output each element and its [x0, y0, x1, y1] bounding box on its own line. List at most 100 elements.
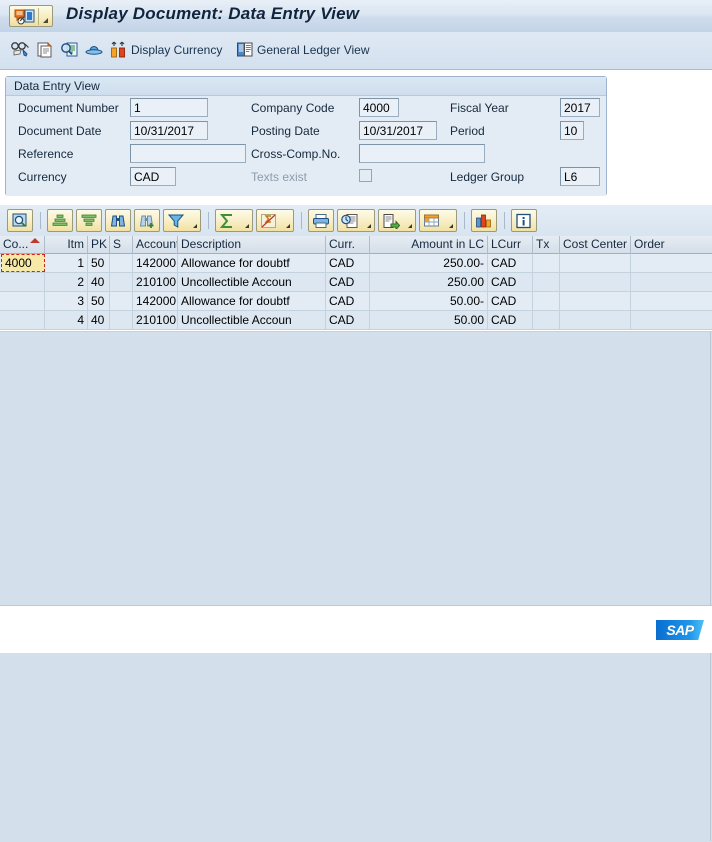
find-button[interactable] [105, 209, 131, 232]
cell-currency[interactable]: CAD [326, 254, 370, 272]
currency-input[interactable] [130, 167, 176, 186]
cell-posting-key[interactable]: 50 [88, 254, 110, 272]
cell-company-code[interactable] [0, 292, 45, 310]
detail-button[interactable] [7, 209, 33, 232]
cell-tax-code[interactable] [533, 273, 560, 291]
filter-dropdown-arrow[interactable] [193, 224, 197, 228]
column-header-order[interactable]: Order [631, 236, 712, 254]
document-date-input[interactable] [130, 121, 208, 140]
company-code-input[interactable] [359, 98, 399, 117]
table-row[interactable]: 2 40 210100 Uncollectible Accoun CAD 250… [0, 273, 712, 292]
cell-company-code[interactable] [0, 311, 45, 329]
total-dropdown-arrow[interactable] [245, 224, 249, 228]
cell-account[interactable]: 142000 [133, 292, 178, 310]
cell-item[interactable]: 4 [45, 311, 88, 329]
cell-tax-code[interactable] [533, 292, 560, 310]
layout-dropdown-arrow[interactable] [449, 224, 453, 228]
cell-currency[interactable]: CAD [326, 273, 370, 291]
cell-description[interactable]: Allowance for doubtf [178, 292, 326, 310]
cell-special-gl[interactable] [110, 311, 133, 329]
column-header-account[interactable]: Account [133, 236, 178, 254]
print-preview-button[interactable] [337, 209, 375, 232]
cell-currency[interactable]: CAD [326, 311, 370, 329]
info-button[interactable] [511, 209, 537, 232]
texts-exist-checkbox[interactable] [359, 169, 372, 182]
cell-posting-key[interactable]: 40 [88, 273, 110, 291]
cell-order[interactable] [631, 292, 711, 310]
display-change-button[interactable] [10, 38, 30, 62]
cell-currency[interactable]: CAD [326, 292, 370, 310]
print-preview-dropdown-arrow[interactable] [367, 224, 371, 228]
general-ledger-view-button[interactable]: General Ledger View [236, 38, 370, 62]
cell-amount-in-lc[interactable]: 250.00 [370, 273, 488, 291]
find-next-button[interactable] [134, 209, 160, 232]
cell-local-currency[interactable]: CAD [488, 292, 533, 310]
cell-local-currency[interactable]: CAD [488, 273, 533, 291]
graphic-button[interactable] [471, 209, 497, 232]
column-header-special-gl[interactable]: S [110, 236, 133, 254]
subtotal-dropdown-arrow[interactable] [286, 224, 290, 228]
cell-special-gl[interactable] [110, 254, 133, 272]
cell-description[interactable]: Uncollectible Accoun [178, 273, 326, 291]
cell-account[interactable]: 210100 [133, 273, 178, 291]
set-filter-button[interactable] [163, 209, 201, 232]
column-header-local-currency[interactable]: LCurr [488, 236, 533, 254]
cell-local-currency[interactable]: CAD [488, 254, 533, 272]
cell-company-code[interactable]: 4000 [1, 254, 45, 272]
cell-order[interactable] [631, 254, 711, 272]
ledger-group-input[interactable] [560, 167, 600, 186]
cell-special-gl[interactable] [110, 292, 133, 310]
cross-company-number-input[interactable] [359, 144, 485, 163]
cell-description[interactable]: Allowance for doubtf [178, 254, 326, 272]
cell-amount-in-lc[interactable]: 50.00- [370, 292, 488, 310]
cell-order[interactable] [631, 273, 711, 291]
reference-input[interactable] [130, 144, 246, 163]
cell-item[interactable]: 3 [45, 292, 88, 310]
cell-special-gl[interactable] [110, 273, 133, 291]
cell-account[interactable]: 210100 [133, 311, 178, 329]
cell-amount-in-lc[interactable]: 250.00- [370, 254, 488, 272]
cell-item[interactable]: 2 [45, 273, 88, 291]
cell-order[interactable] [631, 311, 711, 329]
cell-account[interactable]: 142000 [133, 254, 178, 272]
cell-item[interactable]: 1 [45, 254, 88, 272]
table-row[interactable]: 3 50 142000 Allowance for doubtf CAD 50.… [0, 292, 712, 311]
posting-date-input[interactable] [359, 121, 437, 140]
document-number-input[interactable] [130, 98, 208, 117]
cell-tax-code[interactable] [533, 254, 560, 272]
cell-description[interactable]: Uncollectible Accoun [178, 311, 326, 329]
display-document-header-button[interactable] [60, 38, 80, 62]
cell-posting-key[interactable]: 40 [88, 311, 110, 329]
cell-cost-center[interactable] [560, 273, 631, 291]
column-header-tax-code[interactable]: Tx [533, 236, 560, 254]
table-row[interactable]: 4 40 210100 Uncollectible Accoun CAD 50.… [0, 311, 712, 330]
sort-descending-button[interactable] [76, 209, 102, 232]
system-menu-button[interactable] [9, 5, 53, 27]
choose-layout-button[interactable] [419, 209, 457, 232]
export-button[interactable] [378, 209, 416, 232]
fiscal-year-input[interactable] [560, 98, 600, 117]
cell-tax-code[interactable] [533, 311, 560, 329]
subtotal-button[interactable] [256, 209, 294, 232]
total-button[interactable] [215, 209, 253, 232]
cell-amount-in-lc[interactable]: 50.00 [370, 311, 488, 329]
period-input[interactable] [560, 121, 584, 140]
cell-cost-center[interactable] [560, 311, 631, 329]
cell-posting-key[interactable]: 50 [88, 292, 110, 310]
display-currency-button[interactable]: Display Currency [110, 38, 222, 62]
column-header-cost-center[interactable]: Cost Center [560, 236, 631, 254]
table-row[interactable]: 4000 1 50 142000 Allowance for doubtf CA… [0, 254, 712, 273]
column-header-posting-key[interactable]: PK [88, 236, 110, 254]
column-header-description[interactable]: Description [178, 236, 326, 254]
document-overview-button[interactable] [84, 38, 104, 62]
cell-cost-center[interactable] [560, 292, 631, 310]
cell-company-code[interactable] [0, 273, 45, 291]
print-button[interactable] [308, 209, 334, 232]
column-header-currency[interactable]: Curr. [326, 236, 370, 254]
other-document-button[interactable] [36, 38, 54, 62]
chevron-down-icon[interactable] [43, 18, 48, 23]
cell-local-currency[interactable]: CAD [488, 311, 533, 329]
sort-ascending-button[interactable] [47, 209, 73, 232]
column-header-item[interactable]: Itm [45, 236, 88, 254]
column-header-amount-in-lc[interactable]: Amount in LC [370, 236, 488, 254]
